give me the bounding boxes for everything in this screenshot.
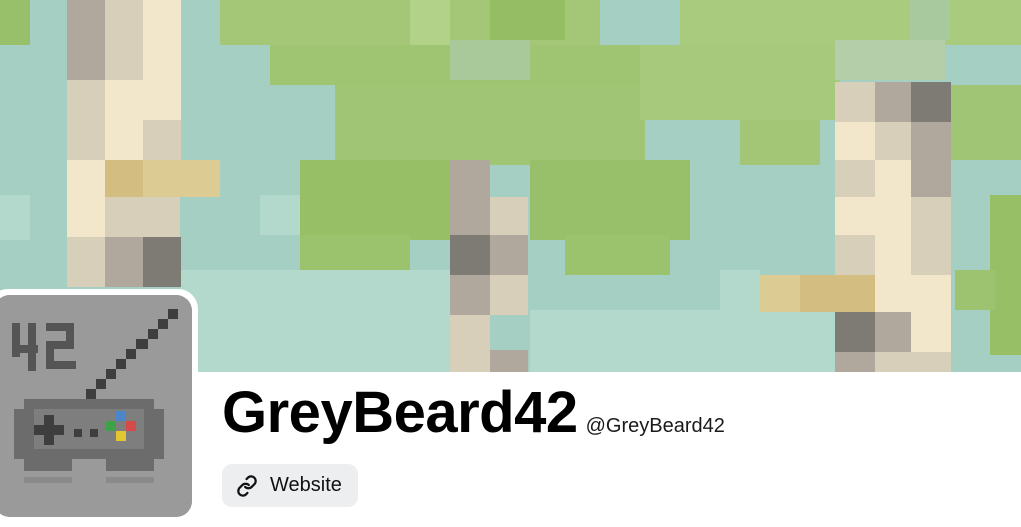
user-handle: @GreyBeard42: [585, 415, 725, 437]
website-button[interactable]: Website: [222, 464, 358, 507]
profile-name-row: GreyBeard42 @GreyBeard42: [222, 380, 725, 446]
website-button-label: Website: [270, 474, 342, 496]
link-icon: [236, 474, 258, 497]
avatar[interactable]: [0, 289, 198, 517]
gamepad-icon: [0, 295, 192, 517]
display-name: GreyBeard42: [222, 380, 578, 445]
avatar-image: [0, 295, 192, 517]
